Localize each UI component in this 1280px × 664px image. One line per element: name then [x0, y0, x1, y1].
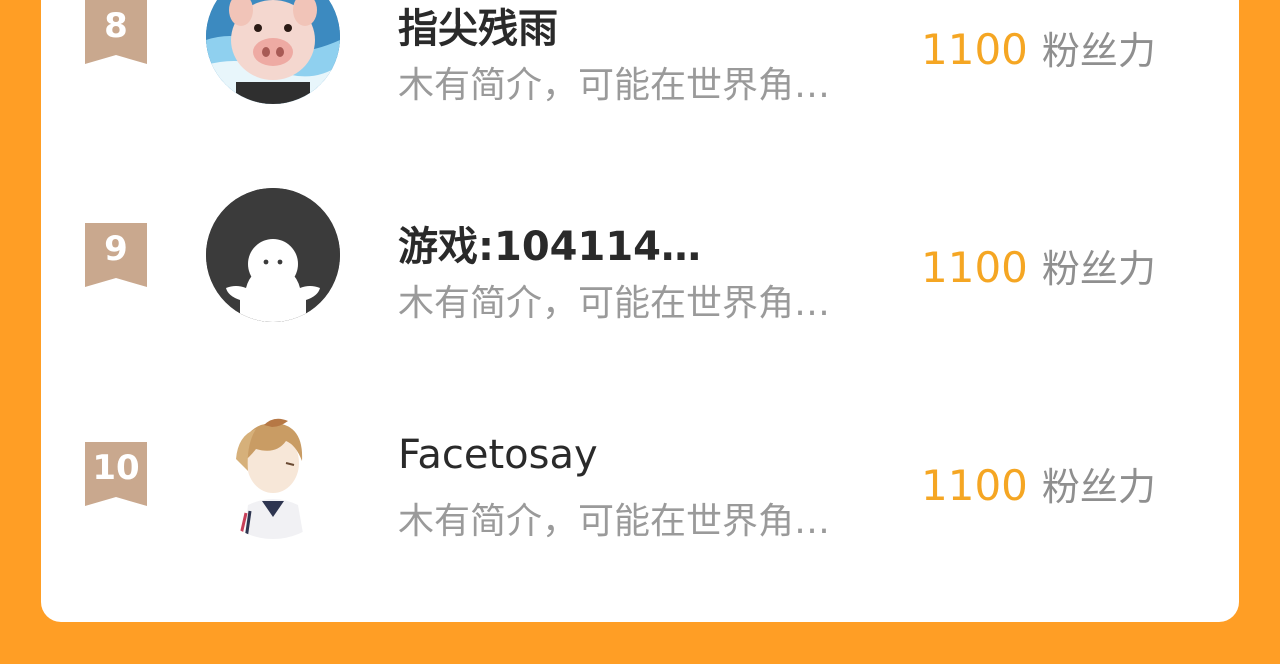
user-description: 木有简介，可能在世界角…: [398, 501, 831, 542]
fans-label: 粉丝力: [1041, 465, 1156, 509]
rank-badge: 9: [85, 223, 147, 287]
user-description: 木有简介，可能在世界角…: [398, 65, 831, 106]
fans-power: 1100 粉丝力: [921, 238, 1156, 293]
fans-count: 1100: [921, 25, 1028, 74]
rank-badge: 10: [85, 442, 147, 506]
fans-power: 1100 粉丝力: [921, 456, 1156, 511]
list-item[interactable]: 8 指尖残雨 木有简介，可能在世界角… 1100 粉丝力: [41, 0, 1239, 160]
rank-badge: 8: [85, 0, 147, 64]
list-item[interactable]: 9 游戏:104114… 木有简介，可能在世界角… 1100 粉丝力: [41, 180, 1239, 380]
fans-count: 1100: [921, 461, 1028, 510]
fans-count: 1100: [921, 243, 1028, 292]
rank-number: 8: [104, 6, 128, 46]
default-user-avatar-icon[interactable]: [206, 188, 340, 322]
user-description: 木有简介，可能在世界角…: [398, 283, 831, 324]
user-name: Facetosay: [398, 432, 598, 478]
fans-power: 1100 粉丝力: [921, 20, 1156, 75]
pig-avatar-icon[interactable]: [206, 0, 340, 104]
rank-number: 9: [104, 229, 128, 269]
fans-label: 粉丝力: [1041, 29, 1156, 73]
ranking-list-card: 8 指尖残雨 木有简介，可能在世界角… 1100 粉丝力 9 游戏:104114…: [41, 0, 1239, 622]
list-item[interactable]: 10 Facetosay 木有简介，可能在世界角… 1100 粉丝力: [41, 400, 1239, 600]
user-name: 指尖残雨: [398, 6, 558, 52]
fans-label: 粉丝力: [1041, 247, 1156, 291]
user-name: 游戏:104114…: [398, 224, 701, 270]
rank-number: 10: [92, 448, 140, 488]
anime-boy-avatar-icon[interactable]: [206, 405, 340, 539]
